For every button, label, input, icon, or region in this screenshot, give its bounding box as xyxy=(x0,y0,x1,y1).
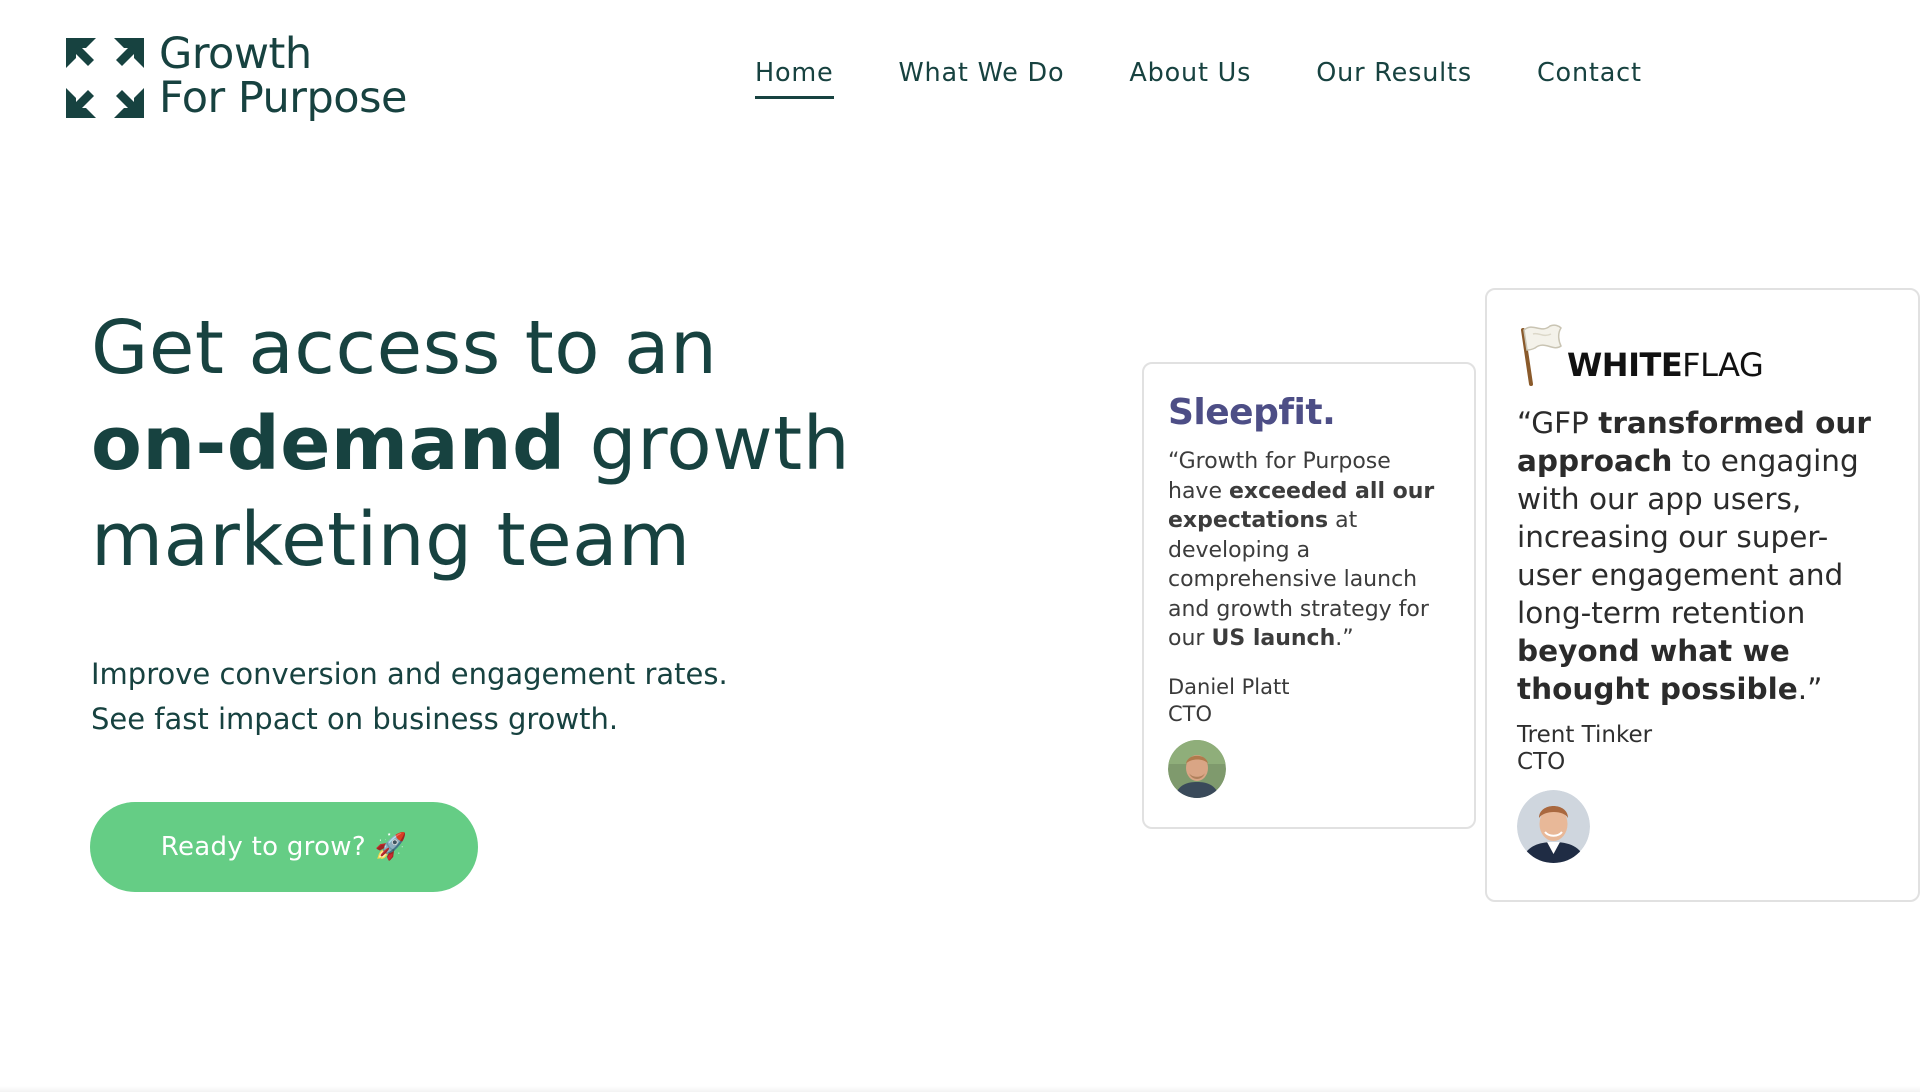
logo-arrows-icon xyxy=(66,38,144,118)
logo-wordmark: Growth For Purpose xyxy=(159,32,407,120)
nav-about-us[interactable]: About Us xyxy=(1129,58,1251,99)
testimonial-card-sleepfit: Sleepfit. “Growth for Purpose have excee… xyxy=(1142,362,1476,829)
quote-text: .” xyxy=(1797,672,1823,706)
logo-line-2: For Purpose xyxy=(159,73,407,123)
whiteflag-logo: WHITEFLAG xyxy=(1517,320,1892,386)
ready-to-grow-button[interactable]: Ready to grow? 🚀 xyxy=(90,802,478,892)
main-nav: Home What We Do About Us Our Results Con… xyxy=(755,58,1642,99)
whiteflag-wordmark-rest: FLAG xyxy=(1682,346,1764,384)
testimonial-author-role: CTO xyxy=(1168,701,1213,726)
hero-title-line-2: on-demand growth xyxy=(91,396,850,492)
quote-text: “GFP xyxy=(1517,406,1599,440)
nav-home[interactable]: Home xyxy=(755,58,834,99)
site-logo[interactable]: Growth For Purpose xyxy=(66,32,407,120)
hero-subtitle-line-2: See fast impact on business growth. xyxy=(91,702,619,736)
hero-subtitle: Improve conversion and engagement rates.… xyxy=(91,652,728,742)
nav-what-we-do[interactable]: What We Do xyxy=(899,58,1065,99)
hero-subtitle-line-1: Improve conversion and engagement rates. xyxy=(91,657,728,691)
testimonial-author-name: Trent Tinker xyxy=(1517,722,1653,748)
testimonial-author-role: CTO xyxy=(1517,749,1566,775)
testimonial-card-whiteflag: WHITEFLAG “GFP transformed our approach … xyxy=(1485,288,1920,902)
section-divider xyxy=(0,1086,1920,1092)
avatar xyxy=(1168,739,1226,798)
whiteflag-wordmark-bold: WHITE xyxy=(1567,346,1683,384)
hero-title-line-3: marketing team xyxy=(91,497,691,583)
avatar xyxy=(1517,790,1590,863)
testimonial-quote: “Growth for Purpose have exceeded all ou… xyxy=(1168,447,1450,654)
nav-contact[interactable]: Contact xyxy=(1537,58,1642,99)
sleepfit-logo: Sleepfit. xyxy=(1168,392,1336,433)
site-header: Growth For Purpose Home What We Do About… xyxy=(0,0,1920,160)
quote-emphasis: US launch xyxy=(1211,626,1336,651)
quote-text: .” xyxy=(1335,626,1354,651)
whiteflag-wordmark: WHITEFLAG xyxy=(1567,346,1764,384)
testimonial-quote: “GFP transformed our approach to engagin… xyxy=(1517,404,1892,708)
hero-title-line-2-rest: growth xyxy=(565,401,851,487)
nav-our-results[interactable]: Our Results xyxy=(1316,58,1472,99)
logo-line-1: Growth xyxy=(159,29,312,79)
hero-title: Get access to an on-demand growth market… xyxy=(91,300,850,588)
hero-title-emphasis: on-demand xyxy=(91,401,566,487)
quote-emphasis: beyond what we thought possible xyxy=(1517,634,1798,706)
testimonial-author-name: Daniel Platt xyxy=(1168,674,1290,699)
hero-title-line-1: Get access to an xyxy=(91,305,718,391)
white-flag-icon xyxy=(1521,324,1562,386)
